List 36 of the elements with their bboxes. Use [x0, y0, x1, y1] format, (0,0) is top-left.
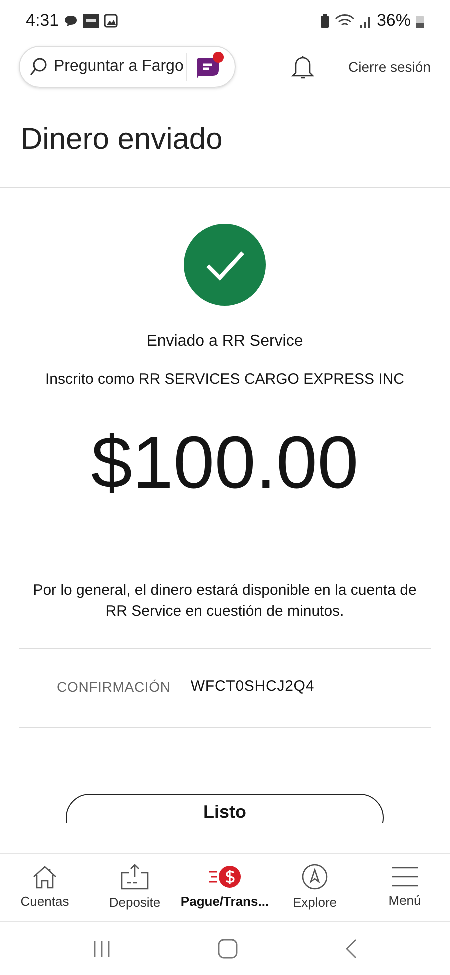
- status-time: 4:31: [26, 10, 60, 32]
- bell-icon[interactable]: [291, 54, 315, 80]
- app-badge-icon: [83, 14, 100, 28]
- chat-bubble-icon: [64, 15, 78, 27]
- compass-icon: [301, 862, 329, 891]
- page-title: Dinero enviado: [21, 122, 223, 158]
- nav-tab[interactable]: Explore: [271, 862, 359, 912]
- battery-icon: [416, 14, 424, 28]
- nav-tab[interactable]: Cuentas: [1, 864, 89, 912]
- home-button-icon[interactable]: [218, 938, 238, 958]
- enrolled-name-text: Inscrito como RR SERVICES CARGO EXPRESS INC: [46, 370, 404, 390]
- availability-note: Por lo general, el dinero estará disponible en la cuenta de RR Service en cuestión de minutos.: [32, 580, 418, 622]
- logout-link[interactable]: Cierre sesión: [348, 56, 431, 78]
- back-icon[interactable]: [344, 938, 357, 958]
- battery-percent: 36%: [376, 10, 411, 32]
- house-icon: [31, 864, 59, 890]
- search-icon: [30, 58, 48, 76]
- image-icon: [104, 14, 118, 28]
- check-circle-icon: [184, 224, 266, 306]
- wifi-icon: [334, 14, 355, 28]
- search-input[interactable]: Preguntar a Fargo: [54, 55, 184, 79]
- recipient-text: Enviado a RR Service: [146, 332, 304, 352]
- recent-apps-icon[interactable]: [93, 940, 112, 958]
- search-field[interactable]: Preguntar a Fargo: [19, 46, 236, 88]
- battery-saver-icon: [320, 14, 330, 28]
- menu-icon: [391, 864, 419, 889]
- confirmation-number: WFCT0SHCJ2Q4: [190, 677, 315, 698]
- amount-text: $100.00: [91, 426, 359, 500]
- done-button[interactable]: Listo: [66, 794, 384, 822]
- dollar-coin-icon: [208, 864, 242, 890]
- nav-tab[interactable]: Deposite: [91, 862, 179, 912]
- check-upload-icon: [120, 862, 150, 891]
- nav-tab[interactable]: Pague/Trans...: [181, 864, 269, 912]
- signal-icon: [360, 14, 372, 28]
- nav-tab[interactable]: Menú: [361, 864, 449, 910]
- confirmation-label: CONFIRMACIÓN: [57, 678, 171, 697]
